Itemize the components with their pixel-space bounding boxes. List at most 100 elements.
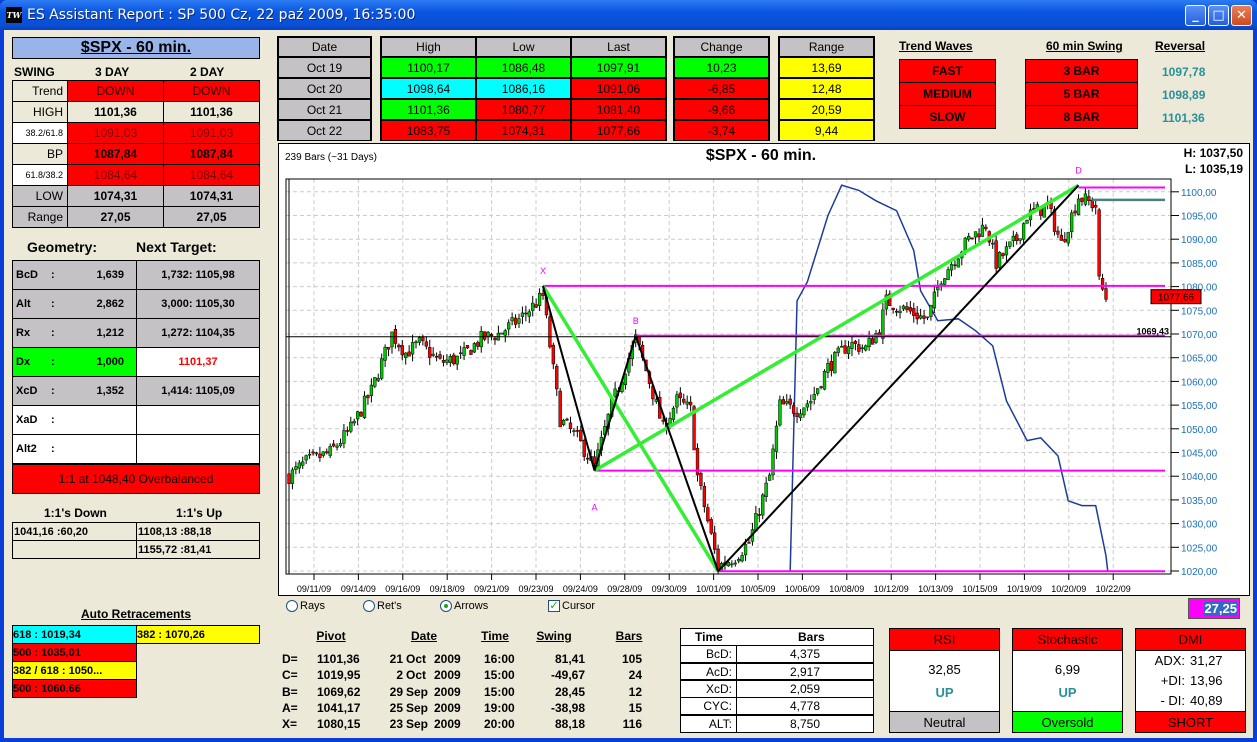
candle-body bbox=[675, 394, 679, 408]
ones-down-cell bbox=[12, 540, 137, 559]
x-tick-label: 10/15/09 bbox=[962, 584, 997, 594]
candle-body bbox=[915, 312, 919, 320]
rsi-body bbox=[889, 650, 1000, 712]
bars-header: Bars bbox=[798, 630, 825, 644]
candle-body bbox=[791, 405, 796, 414]
daily-date: Oct 21 bbox=[279, 100, 370, 119]
candle bbox=[582, 438, 586, 461]
daily-low: 1074,31 bbox=[477, 121, 570, 140]
candle-body bbox=[568, 422, 573, 430]
candle-body bbox=[582, 440, 586, 457]
pivot-value: 1069,62 bbox=[317, 684, 361, 699]
ones-up-label: 1:1's Up bbox=[176, 506, 223, 520]
radio-icon bbox=[286, 600, 298, 612]
cursor-label: Cursor bbox=[562, 600, 596, 612]
candle bbox=[1083, 186, 1088, 207]
cursor-checkbox[interactable]: ✓ Cursor bbox=[548, 600, 595, 612]
candle-body bbox=[380, 358, 384, 379]
candle-body bbox=[991, 242, 995, 245]
candle-body bbox=[980, 224, 985, 237]
geometry-label: BcD bbox=[16, 269, 39, 281]
candle-body bbox=[733, 562, 737, 565]
pivot-swing: 81,41 bbox=[554, 652, 585, 666]
candle-body bbox=[592, 456, 597, 465]
retracement-item: 382 / 618 : 1050... bbox=[12, 661, 137, 680]
pdi-label: +DI: bbox=[1160, 673, 1185, 688]
rays-radio[interactable]: Rays bbox=[286, 600, 325, 612]
candle-body bbox=[318, 453, 322, 458]
candle bbox=[345, 426, 350, 436]
candle-body bbox=[836, 347, 840, 353]
candle-body bbox=[424, 341, 428, 347]
geometry-colon: : bbox=[51, 385, 55, 397]
candle-body bbox=[812, 394, 816, 400]
x-tick-label: 10/22/09 bbox=[1096, 584, 1131, 594]
candle-body bbox=[331, 443, 336, 447]
swing-3day-value: 1084,64 bbox=[67, 164, 164, 186]
candle-body bbox=[699, 472, 703, 486]
candle bbox=[812, 386, 816, 405]
rets-radio[interactable]: Ret's bbox=[363, 600, 402, 612]
geometry-value: 1,352 bbox=[96, 385, 124, 397]
time-bars-value: 8,750 bbox=[736, 714, 874, 733]
candle bbox=[1076, 194, 1081, 216]
daily-date: Oct 22 bbox=[279, 121, 370, 140]
candle bbox=[836, 345, 840, 357]
chart-panel[interactable]: 239 Bars (~31 Days) $SPX - 60 min. H: 10… bbox=[278, 143, 1250, 596]
candle-body bbox=[311, 451, 315, 454]
rets-label: Ret's bbox=[377, 600, 402, 612]
candle-body bbox=[352, 420, 356, 424]
candle-body bbox=[1015, 234, 1019, 241]
pivot-bars: 24 bbox=[628, 668, 642, 683]
geometry-row-bcd: BcD: 1,639 bbox=[12, 260, 137, 290]
pivot-month: Sep bbox=[406, 684, 429, 699]
pivot-bars: 105 bbox=[621, 652, 642, 666]
candle-body bbox=[894, 311, 899, 313]
candle-body bbox=[740, 555, 744, 562]
candle bbox=[534, 298, 538, 309]
swing-bar-cell: 5 BAR bbox=[1025, 82, 1138, 106]
dmi-title: DMI bbox=[1135, 628, 1246, 651]
candle bbox=[404, 352, 408, 365]
candle bbox=[819, 385, 823, 390]
candle bbox=[397, 343, 401, 352]
candle bbox=[925, 316, 930, 321]
candle-body bbox=[531, 302, 535, 311]
daily-high: 1083,75 bbox=[382, 121, 475, 140]
candle-body bbox=[575, 430, 580, 432]
candle-body bbox=[390, 331, 394, 348]
geometry-row-alt2: Alt2: bbox=[12, 434, 137, 464]
candle bbox=[695, 443, 700, 482]
arrows-radio[interactable]: Arrows bbox=[440, 600, 488, 612]
candle bbox=[857, 339, 861, 355]
candle-body bbox=[400, 345, 404, 356]
stochastic-body bbox=[1012, 650, 1123, 712]
candle-body bbox=[688, 401, 693, 406]
symbol-title: $SPX - 60 min. bbox=[12, 37, 260, 59]
candle bbox=[479, 326, 483, 353]
pivot-year: 2009 bbox=[434, 652, 461, 666]
y-tick-label: 1025,00 bbox=[1181, 543, 1218, 554]
candle bbox=[500, 332, 504, 335]
mdi-label: - DI: bbox=[1160, 693, 1185, 708]
candle bbox=[376, 373, 380, 383]
pdi-value: 13,96 bbox=[1190, 673, 1223, 688]
candle bbox=[472, 342, 477, 354]
candle-body bbox=[434, 355, 439, 358]
candle-body bbox=[730, 563, 734, 566]
candle bbox=[424, 336, 428, 350]
candle-body bbox=[754, 513, 758, 532]
pivot-name: C= bbox=[282, 668, 298, 683]
reversal-label: Reversal bbox=[1155, 39, 1206, 53]
y-tick-label: 1075,00 bbox=[1181, 306, 1218, 317]
candle bbox=[798, 409, 803, 422]
candle bbox=[991, 239, 995, 249]
ones-down-cell: 1041,16 :60,20 bbox=[12, 522, 137, 541]
price-chart[interactable]: 1100,001095,001090,001085,001080,001075,… bbox=[279, 144, 1249, 595]
candle-body bbox=[287, 473, 291, 485]
last-header: Last bbox=[572, 38, 665, 56]
candle-body bbox=[805, 403, 809, 408]
candle-body bbox=[517, 318, 521, 324]
candle bbox=[908, 300, 912, 315]
swing-bar-cell: 8 BAR bbox=[1025, 105, 1138, 129]
